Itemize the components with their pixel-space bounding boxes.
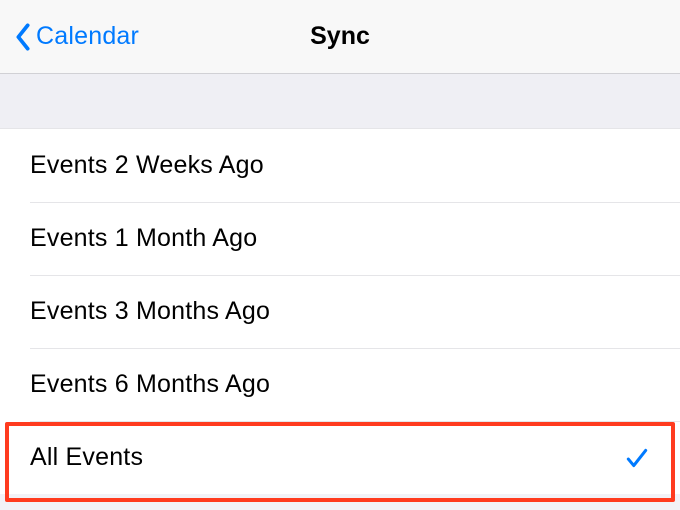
sync-options-list: Events 2 Weeks Ago Events 1 Month Ago Ev… [0,128,680,494]
option-row-3-months[interactable]: Events 3 Months Ago [0,275,680,348]
section-spacer [0,74,680,128]
option-label: All Events [30,443,143,472]
option-label: Events 1 Month Ago [30,224,257,253]
checkmark-icon [624,445,650,471]
back-label: Calendar [36,22,139,51]
option-label: Events 2 Weeks Ago [30,151,264,180]
option-row-1-month[interactable]: Events 1 Month Ago [0,202,680,275]
option-row-6-months[interactable]: Events 6 Months Ago [0,348,680,421]
option-label: Events 3 Months Ago [30,297,270,326]
back-button[interactable]: Calendar [14,22,139,51]
nav-bar: Calendar Sync [0,0,680,74]
option-row-all-events[interactable]: All Events [0,421,680,494]
chevron-left-icon [14,23,32,51]
option-row-2-weeks[interactable]: Events 2 Weeks Ago [0,129,680,202]
page-title: Sync [310,22,370,51]
option-label: Events 6 Months Ago [30,370,270,399]
